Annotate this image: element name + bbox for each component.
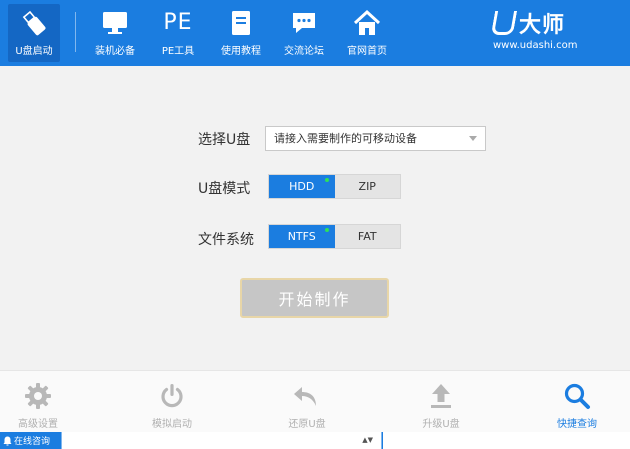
usb-mode-toggle: HDD ZIP (268, 174, 401, 199)
tool-label: 模拟启动 (152, 419, 192, 430)
status-message-field[interactable]: ▲▼ (62, 432, 382, 449)
usb-drive-icon (20, 9, 48, 37)
tool-label: 快捷查询 (557, 419, 597, 430)
book-icon (229, 9, 253, 37)
upload-icon (427, 381, 455, 411)
nav-label: 使用教程 (221, 46, 261, 57)
selected-indicator-dot (324, 228, 329, 232)
nav-label: 交流论坛 (284, 46, 324, 57)
chat-bubble-icon (290, 9, 318, 37)
bell-icon (3, 436, 12, 446)
selected-indicator-dot (324, 178, 329, 182)
tool-label: 还原U盘 (288, 419, 326, 430)
brand-name: 大师 (519, 13, 566, 38)
nav-label: 官网首页 (347, 46, 387, 57)
nav-label: U盘启动 (15, 46, 53, 57)
brand-u-mark-icon (490, 11, 518, 35)
fs-option-ntfs[interactable]: NTFS (269, 225, 335, 248)
undo-icon (292, 381, 322, 411)
search-icon (563, 381, 591, 411)
monitor-icon (101, 9, 129, 37)
mode-option-hdd[interactable]: HDD (269, 175, 335, 198)
nav-divider (75, 12, 76, 52)
nav-label: PE工具 (161, 46, 195, 57)
power-icon (158, 381, 186, 411)
usb-device-select[interactable]: 请接入需要制作的可移动设备 (265, 126, 486, 151)
nav-item-tutorial[interactable]: 使用教程 (218, 0, 264, 66)
usb-mode-label: U盘模式 (198, 181, 251, 197)
mode-option-zip[interactable]: ZIP (335, 175, 401, 198)
bottom-toolbar: 高级设置 模拟启动 还原U盘 升级U盘 快捷查询 (0, 370, 630, 432)
tool-quick-query[interactable]: 快捷查询 (553, 371, 601, 433)
online-consult-link[interactable]: 在线咨询 (0, 432, 62, 449)
tool-label: 升级U盘 (422, 419, 460, 430)
tool-restore-usb[interactable]: 还原U盘 (283, 371, 331, 433)
spinner-arrows-icon[interactable]: ▲▼ (362, 436, 373, 444)
nav-item-forum[interactable]: 交流论坛 (281, 0, 327, 66)
status-secondary-field (383, 432, 630, 449)
pe-text-icon: PE (163, 10, 193, 35)
nav-item-homepage[interactable]: 官网首页 (344, 0, 390, 66)
chevron-down-icon (469, 136, 477, 141)
usb-device-select-value: 请接入需要制作的可移动设备 (274, 132, 417, 145)
select-usb-label: 选择U盘 (198, 132, 251, 148)
nav-item-usb-boot[interactable]: U盘启动 (8, 4, 60, 62)
brand-url: www.udashi.com (493, 40, 578, 51)
fs-option-fat[interactable]: FAT (335, 225, 401, 248)
main-panel: 选择U盘 请接入需要制作的可移动设备 U盘模式 HDD ZIP 文件系统 NTF… (0, 66, 630, 370)
online-consult-label: 在线咨询 (14, 437, 51, 447)
brand-logo: 大师 www.udashi.com (490, 10, 578, 51)
status-bar: 在线咨询 ▲▼ (0, 432, 630, 449)
tool-upgrade-usb[interactable]: 升级U盘 (417, 371, 465, 433)
file-system-toggle: NTFS FAT (268, 224, 401, 249)
tool-advanced-settings[interactable]: 高级设置 (14, 371, 62, 433)
start-make-button[interactable]: 开始制作 (240, 278, 389, 318)
nav-item-install-essentials[interactable]: 装机必备 (92, 0, 138, 66)
nav-label: 装机必备 (95, 46, 135, 57)
nav-item-pe-tools[interactable]: PE PE工具 (155, 0, 201, 66)
tool-simulate-boot[interactable]: 模拟启动 (148, 371, 196, 433)
gear-icon (24, 381, 52, 411)
tool-label: 高级设置 (18, 419, 58, 430)
file-system-label: 文件系统 (198, 232, 254, 248)
home-icon (353, 9, 381, 37)
top-navigation-bar: U盘启动 装机必备 PE PE工具 使用教程 交流论坛 官网首页 大师 www.… (0, 0, 630, 66)
